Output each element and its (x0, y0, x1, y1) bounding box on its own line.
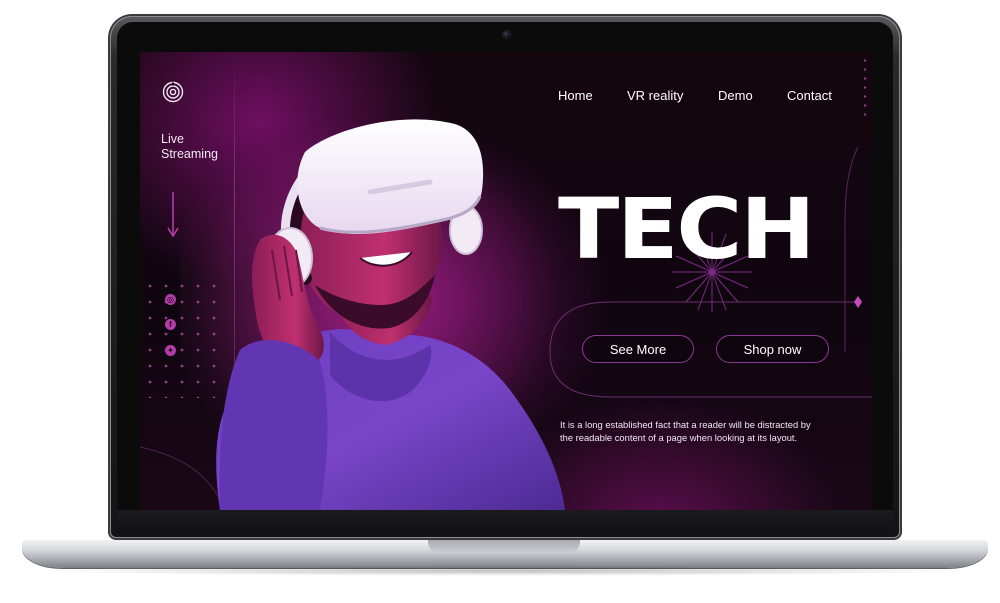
laptop-chin (117, 510, 893, 534)
laptop-notch (428, 540, 580, 552)
nav-home[interactable]: Home (558, 88, 593, 103)
hero-description: It is a long established fact that a rea… (560, 418, 830, 444)
hero-title: TECH (558, 180, 815, 278)
arrow-down-icon[interactable] (167, 192, 179, 238)
see-more-button[interactable]: See More (582, 335, 694, 363)
laptop-shadow (30, 566, 980, 576)
facebook-icon[interactable]: f (165, 319, 176, 330)
twitter-icon[interactable]: ✦ (165, 345, 176, 356)
decorative-dot-column (861, 56, 869, 116)
nav-demo[interactable]: Demo (718, 88, 753, 103)
nav-contact[interactable]: Contact (787, 88, 832, 103)
nav-vr-reality[interactable]: VR reality (627, 88, 683, 103)
vr-headset-person-image (180, 119, 565, 510)
landing-page-screen: Live Streaming ◎ f ✦ Home VR reality Dem… (140, 52, 872, 510)
hero-description-line2: the readable content of a page when look… (560, 432, 798, 443)
laptop-mockup: Live Streaming ◎ f ✦ Home VR reality Dem… (0, 0, 1000, 603)
hero-description-line1: It is a long established fact that a rea… (560, 419, 811, 430)
instagram-icon[interactable]: ◎ (165, 294, 176, 305)
webcam-icon (503, 31, 510, 38)
shop-now-button[interactable]: Shop now (716, 335, 829, 363)
